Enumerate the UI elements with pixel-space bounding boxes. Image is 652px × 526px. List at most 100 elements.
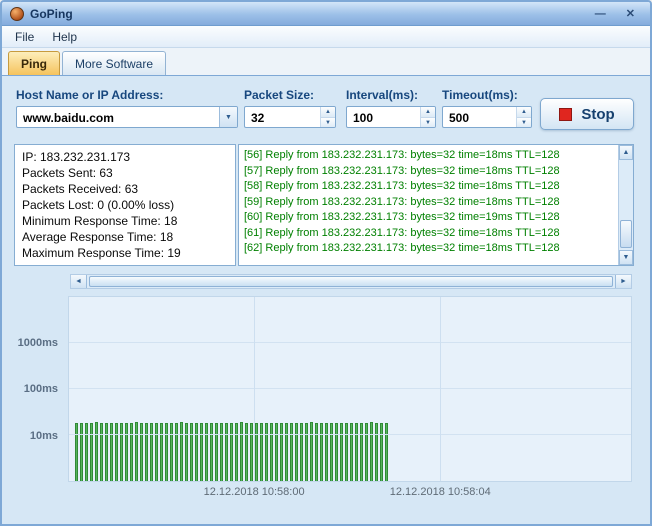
chart-x-axis: 12.12.2018 10:58:00 12.12.2018 10:58:04 xyxy=(68,486,632,502)
ping-bar xyxy=(140,423,143,481)
ping-bar xyxy=(270,423,273,481)
log-scrollbar[interactable]: ▲ ▼ xyxy=(618,145,633,265)
spin-down-icon[interactable]: ▼ xyxy=(421,118,435,128)
h-gridline xyxy=(69,434,631,435)
ping-bar xyxy=(110,423,113,481)
x-tick-label: 12.12.2018 10:58:04 xyxy=(365,486,515,498)
host-label: Host Name or IP Address: xyxy=(16,88,163,102)
menu-bar: FileHelp xyxy=(2,26,650,48)
ping-bar xyxy=(370,422,373,481)
ping-bar xyxy=(290,423,293,481)
v-gridline xyxy=(440,297,441,481)
ping-bar xyxy=(175,423,178,481)
scroll-right-icon[interactable]: ► xyxy=(615,275,631,288)
host-value: www.baidu.com xyxy=(17,107,219,127)
ping-bar xyxy=(300,423,303,481)
ping-bar xyxy=(200,423,203,481)
timeout-label: Timeout(ms): xyxy=(442,88,518,102)
ping-bar xyxy=(265,423,268,481)
ping-bar xyxy=(285,423,288,481)
ping-bar xyxy=(115,423,118,481)
ping-bar xyxy=(180,422,183,481)
app-window: GoPing — ✕ FileHelp PingMore Software Ho… xyxy=(0,0,652,526)
ping-bar xyxy=(155,423,158,481)
ping-bar xyxy=(385,423,388,481)
ping-bar xyxy=(275,423,278,481)
ping-bar xyxy=(210,423,213,481)
log-line: [61] Reply from 183.232.231.173: bytes=3… xyxy=(244,226,613,242)
log-list: [56] Reply from 183.232.231.173: bytes=3… xyxy=(239,145,618,265)
chart-scrollbar-track[interactable] xyxy=(87,275,615,288)
ping-bar xyxy=(345,423,348,481)
chart-scrollbar[interactable]: ◄ ► xyxy=(70,274,632,289)
h-gridline xyxy=(69,388,631,389)
spin-up-icon[interactable]: ▲ xyxy=(321,107,335,118)
ping-bar xyxy=(340,423,343,481)
spin-up-icon[interactable]: ▲ xyxy=(517,107,531,118)
log-scrollbar-thumb[interactable] xyxy=(620,220,632,248)
stats-panel: IP: 183.232.231.173Packets Sent: 63Packe… xyxy=(14,144,236,266)
ping-bar xyxy=(360,423,363,481)
ping-bar xyxy=(100,423,103,481)
h-gridline xyxy=(69,342,631,343)
ping-bar xyxy=(150,423,153,481)
ping-bar xyxy=(380,423,383,481)
content-panel: Host Name or IP Address: Packet Size: In… xyxy=(4,76,648,522)
tab-more-software[interactable]: More Software xyxy=(62,51,166,75)
y-tick-label: 100ms xyxy=(24,383,58,395)
menu-item-file[interactable]: File xyxy=(6,27,43,47)
interval-label: Interval(ms): xyxy=(346,88,418,102)
title-bar[interactable]: GoPing — ✕ xyxy=(2,2,650,26)
tab-ping[interactable]: Ping xyxy=(8,51,60,75)
ping-bar xyxy=(165,423,168,481)
ping-bar xyxy=(130,423,133,481)
app-icon xyxy=(10,7,24,21)
scroll-up-icon[interactable]: ▲ xyxy=(619,145,633,160)
packet-size-label: Packet Size: xyxy=(244,88,314,102)
packet-size-spinner: ▲ ▼ xyxy=(320,107,335,127)
minimize-button[interactable]: — xyxy=(588,8,613,20)
scroll-down-icon[interactable]: ▼ xyxy=(619,250,633,265)
chart-scrollbar-thumb[interactable] xyxy=(89,276,613,287)
stat-line: Packets Lost: 0 (0.00% loss) xyxy=(22,197,228,213)
stop-icon xyxy=(559,108,572,121)
stat-line: IP: 183.232.231.173 xyxy=(22,149,228,165)
ping-bar xyxy=(315,423,318,481)
timeout-input[interactable]: 500 ▲ ▼ xyxy=(442,106,532,128)
packet-size-input[interactable]: 32 ▲ ▼ xyxy=(244,106,336,128)
log-line: [59] Reply from 183.232.231.173: bytes=3… xyxy=(244,195,613,211)
ping-bar xyxy=(160,423,163,481)
ping-bar xyxy=(320,423,323,481)
ping-bar xyxy=(230,423,233,481)
interval-input[interactable]: 100 ▲ ▼ xyxy=(346,106,436,128)
ping-bar xyxy=(365,423,368,481)
ping-bar xyxy=(260,423,263,481)
log-scrollbar-track[interactable] xyxy=(619,160,633,250)
host-dropdown-button[interactable]: ▼ xyxy=(219,107,237,127)
ping-bar xyxy=(335,423,338,481)
menu-item-help[interactable]: Help xyxy=(43,27,86,47)
ping-bar xyxy=(95,422,98,481)
ping-bar xyxy=(350,423,353,481)
spin-down-icon[interactable]: ▼ xyxy=(517,118,531,128)
chart-bars xyxy=(75,297,631,481)
spin-down-icon[interactable]: ▼ xyxy=(321,118,335,128)
stat-line: Packets Received: 63 xyxy=(22,181,228,197)
stop-button[interactable]: Stop xyxy=(540,98,634,130)
ping-bar xyxy=(330,423,333,481)
ping-bar xyxy=(280,423,283,481)
ping-bar xyxy=(250,423,253,481)
host-combobox[interactable]: www.baidu.com ▼ xyxy=(16,106,238,128)
interval-spinner: ▲ ▼ xyxy=(420,107,435,127)
log-line: [58] Reply from 183.232.231.173: bytes=3… xyxy=(244,179,613,195)
close-button[interactable]: ✕ xyxy=(619,7,642,20)
ping-bar xyxy=(310,422,313,481)
scroll-left-icon[interactable]: ◄ xyxy=(71,275,87,288)
spin-up-icon[interactable]: ▲ xyxy=(421,107,435,118)
ping-bar xyxy=(90,423,93,481)
x-tick-label: 12.12.2018 10:58:00 xyxy=(179,486,329,498)
log-line: [60] Reply from 183.232.231.173: bytes=3… xyxy=(244,210,613,226)
ping-bar xyxy=(355,423,358,481)
y-tick-label: 1000ms xyxy=(18,337,58,349)
log-line: [62] Reply from 183.232.231.173: bytes=3… xyxy=(244,241,613,257)
